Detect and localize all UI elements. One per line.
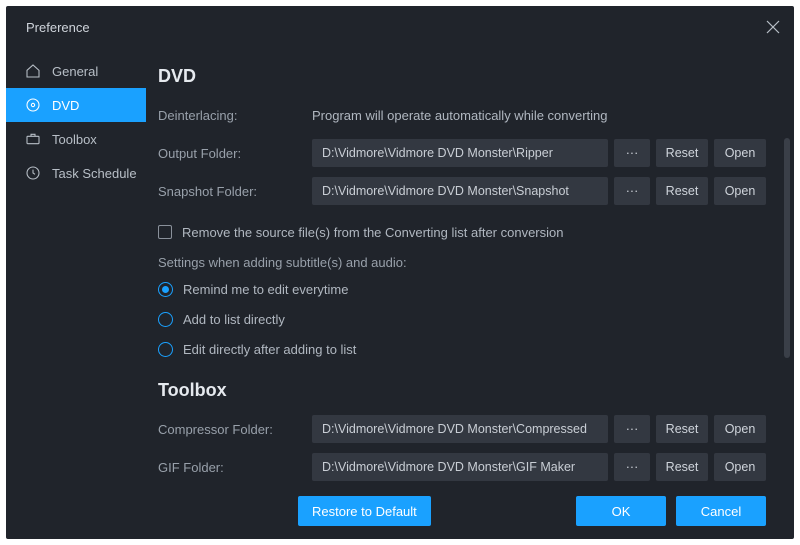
restore-default-button[interactable]: Restore to Default [298, 496, 431, 526]
section-heading-dvd: DVD [158, 66, 766, 87]
input-snapshot-folder[interactable] [312, 177, 608, 205]
value-deinterlacing: Program will operate automatically while… [312, 108, 608, 123]
input-compressor-folder[interactable] [312, 415, 608, 443]
radio-edit-after-add[interactable]: Edit directly after adding to list [158, 336, 766, 362]
radio-remind-edit[interactable]: Remind me to edit everytime [158, 276, 766, 302]
checkbox-icon [158, 225, 172, 239]
radio-label: Add to list directly [183, 312, 285, 327]
input-gif-folder[interactable] [312, 453, 608, 481]
sidebar-item-task-schedule[interactable]: Task Schedule [6, 156, 146, 190]
open-output-folder[interactable]: Open [714, 139, 766, 167]
footer: Restore to Default OK Cancel [146, 483, 794, 539]
row-deinterlacing: Deinterlacing: Program will operate auto… [158, 99, 766, 131]
reset-snapshot-folder[interactable]: Reset [656, 177, 708, 205]
reset-output-folder[interactable]: Reset [656, 139, 708, 167]
label-snapshot-folder: Snapshot Folder: [158, 184, 312, 199]
checkbox-label: Remove the source file(s) from the Conve… [182, 225, 564, 240]
preference-window: Preference General DVD [6, 6, 794, 539]
reset-compressor-folder[interactable]: Reset [656, 415, 708, 443]
sidebar-item-label: Task Schedule [52, 166, 137, 181]
sidebar-item-label: Toolbox [52, 132, 97, 147]
radio-icon [158, 342, 173, 357]
radio-label: Edit directly after adding to list [183, 342, 356, 357]
checkbox-remove-source[interactable]: Remove the source file(s) from the Conve… [158, 219, 766, 245]
section-heading-toolbox: Toolbox [158, 380, 766, 401]
sidebar: General DVD Toolbox Task Schedule [6, 48, 146, 539]
label-deinterlacing: Deinterlacing: [158, 108, 312, 123]
browse-snapshot-folder[interactable]: ··· [614, 177, 650, 205]
subtitle-settings-note: Settings when adding subtitle(s) and aud… [158, 255, 766, 270]
home-icon [24, 62, 42, 80]
ok-button[interactable]: OK [576, 496, 666, 526]
sidebar-item-general[interactable]: General [6, 54, 146, 88]
reset-gif-folder[interactable]: Reset [656, 453, 708, 481]
content-scroll[interactable]: DVD Deinterlacing: Program will operate … [146, 48, 794, 483]
content-wrap: DVD Deinterlacing: Program will operate … [146, 48, 794, 539]
cancel-button[interactable]: Cancel [676, 496, 766, 526]
input-output-folder[interactable] [312, 139, 608, 167]
close-icon[interactable] [766, 20, 780, 34]
radio-icon [158, 282, 173, 297]
clock-icon [24, 164, 42, 182]
browse-compressor-folder[interactable]: ··· [614, 415, 650, 443]
row-compressor-folder: Compressor Folder: ··· Reset Open [158, 413, 766, 445]
sidebar-item-label: DVD [52, 98, 79, 113]
row-gif-folder: GIF Folder: ··· Reset Open [158, 451, 766, 483]
radio-icon [158, 312, 173, 327]
toolbox-icon [24, 130, 42, 148]
sidebar-item-toolbox[interactable]: Toolbox [6, 122, 146, 156]
label-gif-folder: GIF Folder: [158, 460, 312, 475]
row-output-folder: Output Folder: ··· Reset Open [158, 137, 766, 169]
open-compressor-folder[interactable]: Open [714, 415, 766, 443]
radio-label: Remind me to edit everytime [183, 282, 348, 297]
titlebar: Preference [6, 6, 794, 48]
disc-icon [24, 96, 42, 114]
window-title: Preference [26, 20, 90, 35]
row-snapshot-folder: Snapshot Folder: ··· Reset Open [158, 175, 766, 207]
sidebar-item-dvd[interactable]: DVD [6, 88, 146, 122]
browse-gif-folder[interactable]: ··· [614, 453, 650, 481]
sidebar-item-label: General [52, 64, 98, 79]
browse-output-folder[interactable]: ··· [614, 139, 650, 167]
open-gif-folder[interactable]: Open [714, 453, 766, 481]
open-snapshot-folder[interactable]: Open [714, 177, 766, 205]
scrollbar-thumb[interactable] [784, 138, 790, 358]
label-output-folder: Output Folder: [158, 146, 312, 161]
label-compressor-folder: Compressor Folder: [158, 422, 312, 437]
radio-add-directly[interactable]: Add to list directly [158, 306, 766, 332]
